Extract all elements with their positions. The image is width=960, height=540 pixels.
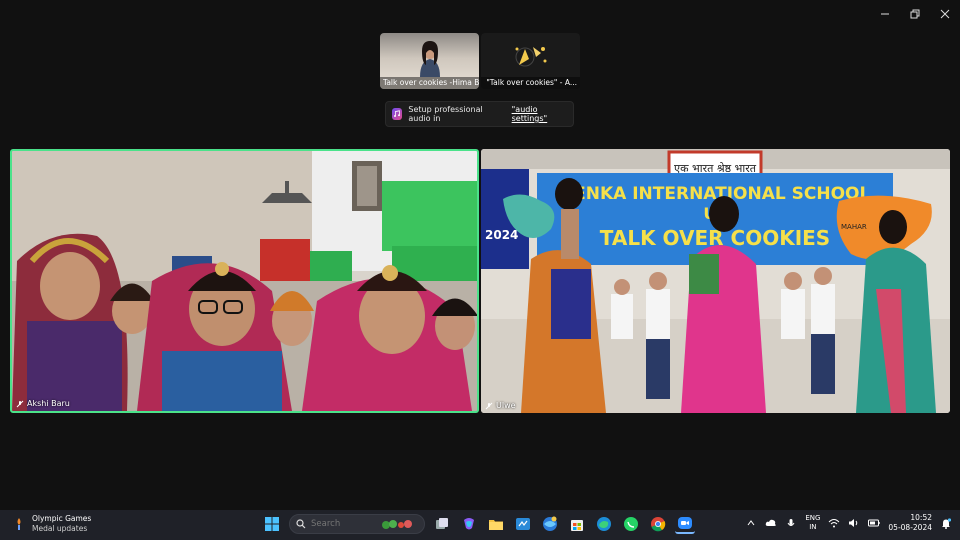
chevron-up-icon [747, 520, 755, 526]
chrome-button[interactable] [648, 514, 668, 534]
task-view-icon [436, 518, 448, 529]
store-bag-icon [571, 520, 583, 531]
taskbar-search[interactable] [289, 514, 425, 534]
mic-off-icon [16, 400, 24, 407]
language-indicator[interactable]: ENG IN [805, 514, 820, 532]
taskbar-pinned-apps [262, 514, 695, 534]
search-highlight-icon [382, 520, 412, 529]
zoom-button[interactable] [675, 514, 695, 534]
widgets-text: Olympic Games Medal updates [32, 514, 91, 534]
clock-date: 05-08-2024 [888, 523, 932, 532]
whatsapp-icon [624, 517, 638, 531]
video-tile-active-speaker[interactable]: Akshi Baru [10, 149, 479, 413]
speaker-icon [849, 519, 858, 527]
volume-button[interactable] [848, 517, 860, 529]
battery-icon [868, 519, 881, 527]
video-tile[interactable]: एक भारत श्रेष्ठ भारत OENKA INTERNATIONAL… [481, 149, 950, 413]
participant-label: "Talk over cookies" - A... [481, 77, 580, 89]
audio-settings-toast: Setup professional audio in "audio setti… [385, 101, 574, 127]
participant-name: "Talk over cookies" - A... [486, 78, 577, 87]
edge-icon [597, 517, 611, 531]
folder-icon [489, 520, 503, 530]
participant-thumbnail[interactable]: "Talk over cookies" - A... [481, 33, 580, 89]
participant-name: Ulwe [496, 401, 516, 410]
copilot-icon [464, 518, 474, 530]
copilot-button[interactable] [459, 514, 479, 534]
microphone-button[interactable] [785, 517, 797, 529]
audio-icon [392, 108, 403, 120]
participant-strip: Talk over cookies -Hima Ba... "Talk over… [380, 33, 580, 89]
start-button[interactable] [262, 514, 282, 534]
battery-button[interactable] [868, 517, 881, 529]
app-button[interactable] [513, 514, 533, 534]
stage-video: एक भारत श्रेष्ठ भारत OENKA INTERNATIONAL… [481, 149, 950, 413]
windows-taskbar: Olympic Games Medal updates Search ENG I… [0, 510, 960, 540]
search-input[interactable] [311, 519, 375, 529]
network-button[interactable] [828, 517, 840, 529]
task-view-button[interactable] [432, 514, 452, 534]
region-code: IN [809, 523, 817, 531]
microphone-icon [787, 518, 795, 526]
close-icon [940, 9, 950, 19]
olympic-torch-icon [17, 518, 21, 530]
wifi-icon [829, 519, 840, 528]
participant-name: Akshi Baru [27, 399, 70, 408]
participant-name: Talk over cookies -Hima Ba... [383, 78, 479, 87]
restore-icon [910, 9, 920, 19]
meeting-stage: Talk over cookies -Hima Ba... "Talk over… [0, 0, 960, 510]
widgets-button[interactable]: Olympic Games Medal updates [12, 514, 91, 534]
system-tray: ENG IN 10:52 05-08-2024 [745, 513, 952, 533]
language-code: ENG [805, 514, 821, 522]
participant-avatar [515, 47, 547, 67]
browser-app-button[interactable] [540, 514, 560, 534]
widget-subtitle: Medal updates [32, 524, 88, 533]
zoom-icon [678, 517, 692, 529]
restore-button[interactable] [900, 0, 930, 28]
tile-name-label: Akshi Baru [16, 399, 70, 408]
microsoft-store-button[interactable] [567, 514, 587, 534]
tile-name-label: Ulwe [485, 401, 516, 410]
file-explorer-button[interactable] [486, 514, 506, 534]
app-blue-icon [516, 518, 530, 530]
bell-icon [942, 517, 951, 529]
windows-logo-icon [265, 517, 279, 531]
participant-label: Talk over cookies -Hima Ba... [380, 77, 479, 89]
clock-time: 10:52 [910, 513, 932, 522]
toast-text: Setup professional audio in [408, 105, 483, 123]
banner-side-word: MAHAR [841, 223, 867, 231]
participant-thumbnail[interactable]: Talk over cookies -Hima Ba... [380, 33, 479, 89]
close-button[interactable] [930, 0, 960, 28]
participant-video [420, 41, 440, 77]
classroom-video [12, 151, 477, 411]
window-controls [870, 0, 960, 28]
banner-year: 2024 [485, 228, 518, 242]
edge-button[interactable] [594, 514, 614, 534]
widget-title: Olympic Games [32, 514, 92, 523]
globe-app-icon [543, 516, 557, 531]
clock[interactable]: 10:52 05-08-2024 [888, 513, 932, 533]
search-icon [296, 519, 306, 529]
whatsapp-button[interactable] [621, 514, 641, 534]
minimize-button[interactable] [870, 0, 900, 28]
onedrive-button[interactable] [765, 517, 777, 529]
minimize-icon [881, 13, 889, 15]
cloud-icon [766, 519, 777, 526]
chrome-icon [651, 517, 666, 532]
hidden-icons-button[interactable] [745, 517, 757, 529]
audio-settings-link[interactable]: "audio settings" [512, 105, 567, 123]
notifications-button[interactable] [940, 517, 952, 529]
mic-off-icon [485, 402, 493, 409]
